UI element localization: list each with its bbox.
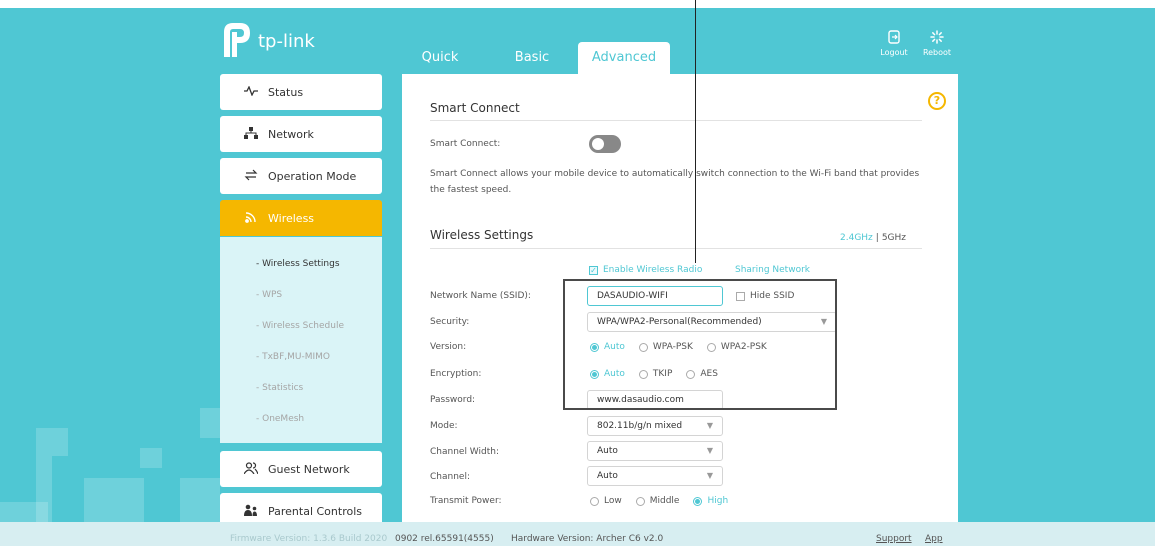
- brand-logo: tp-link: [220, 20, 315, 60]
- wireless-submenu: - Wireless Settings - WPS - Wireless Sch…: [220, 237, 382, 443]
- transmit-power-radio-group: Low Middle High: [590, 496, 742, 506]
- band-separator: |: [875, 233, 879, 243]
- smart-connect-toggle[interactable]: [589, 135, 621, 153]
- select-value: Auto: [597, 471, 618, 481]
- submenu-wps[interactable]: - WPS: [256, 290, 282, 300]
- sidebar-item-status[interactable]: Status: [220, 74, 382, 110]
- ssid-label: Network Name (SSID):: [430, 291, 531, 301]
- smart-connect-title: Smart Connect: [430, 101, 520, 115]
- annotation-pointer-line: [695, 0, 696, 263]
- band-2-4ghz-link[interactable]: 2.4GHz: [840, 233, 873, 243]
- password-label: Password:: [430, 395, 476, 405]
- dropdown-arrow-icon: ▼: [706, 421, 713, 430]
- select-value: 802.11b/g/n mixed: [597, 421, 683, 431]
- dropdown-arrow-icon: ▼: [706, 471, 713, 480]
- submenu-statistics[interactable]: - Statistics: [256, 383, 303, 393]
- transmit-radio-high[interactable]: High: [693, 496, 728, 506]
- status-icon: [242, 85, 260, 99]
- sidebar-item-guest-network[interactable]: Guest Network: [220, 451, 382, 487]
- transmit-radio-middle[interactable]: Middle: [635, 496, 680, 506]
- annotation-highlight-box: [563, 279, 837, 410]
- operation-mode-icon: [242, 169, 260, 184]
- mode-select[interactable]: 802.11b/g/n mixed ▼: [587, 416, 723, 436]
- sidebar-item-label: Operation Mode: [268, 169, 357, 183]
- dropdown-arrow-icon: ▼: [706, 446, 713, 455]
- sidebar-item-label: Wireless: [268, 211, 315, 225]
- wireless-icon: [242, 211, 260, 226]
- decor-block: [140, 448, 162, 468]
- tab-advanced[interactable]: Advanced: [578, 42, 670, 74]
- transmit-radio-low[interactable]: Low: [590, 496, 622, 506]
- section-divider: [430, 120, 922, 121]
- app-link[interactable]: App: [925, 534, 943, 544]
- decor-block: [200, 408, 222, 438]
- sidebar-item-label: Status: [268, 85, 304, 99]
- transmit-power-label: Transmit Power:: [430, 496, 502, 506]
- submenu-txbf-mu-mimo[interactable]: - TxBF,MU-MIMO: [256, 352, 330, 362]
- tp-link-logo-icon: [220, 20, 254, 60]
- channel-width-select[interactable]: Auto ▼: [587, 441, 723, 461]
- hardware-version: Hardware Version: Archer C6 v2.0: [511, 534, 664, 544]
- radio-icon: [590, 496, 599, 506]
- brand-name: tp-link: [258, 30, 315, 52]
- radio-label: Middle: [649, 496, 680, 506]
- sidebar-item-label: Network: [268, 127, 314, 141]
- reboot-button[interactable]: Reboot: [917, 30, 957, 57]
- section-divider: [430, 248, 922, 249]
- decor-block: [36, 428, 68, 456]
- toggle-knob: [592, 138, 604, 150]
- sidebar-item-wireless[interactable]: Wireless: [220, 200, 382, 236]
- version-label: Version:: [430, 342, 467, 352]
- firmware-version-part1: Firmware Version: 1.3.6 Build 2020: [230, 534, 388, 544]
- sidebar-item-operation-mode[interactable]: Operation Mode: [220, 158, 382, 194]
- description-line: Smart Connect allows your mobile device …: [430, 169, 920, 179]
- channel-select[interactable]: Auto ▼: [587, 466, 723, 486]
- select-value: Auto: [597, 446, 618, 456]
- sidebar-item-label: Guest Network: [268, 462, 350, 476]
- channel-label: Channel:: [430, 472, 470, 482]
- firmware-version-part2: 0902 rel.65591(4555): [395, 534, 494, 544]
- logout-icon: [874, 30, 914, 48]
- logout-label: Logout: [880, 48, 908, 57]
- channel-width-label: Channel Width:: [430, 447, 499, 457]
- tab-basic[interactable]: Basic: [512, 42, 552, 74]
- smart-connect-description: Smart Connect allows your mobile device …: [430, 166, 919, 198]
- radio-label: High: [707, 496, 729, 506]
- parental-controls-icon: [242, 504, 260, 519]
- band-switcher: 2.4GHz | 5GHz: [840, 233, 906, 243]
- guest-network-icon: [242, 461, 260, 477]
- radio-label: Low: [604, 496, 622, 506]
- sidebar-item-network[interactable]: Network: [220, 116, 382, 152]
- sharing-network-link[interactable]: Sharing Network: [735, 265, 810, 275]
- reboot-icon: [917, 30, 957, 48]
- support-link[interactable]: Support: [876, 534, 912, 544]
- enable-wireless-radio-checkbox[interactable]: ✓ Enable Wireless Radio: [589, 265, 702, 275]
- sidebar-item-label: Parental Controls: [268, 504, 362, 518]
- tab-quick-setup[interactable]: Quick Setup: [404, 42, 476, 97]
- checkbox-checked-icon: ✓: [589, 265, 598, 275]
- radio-icon: [635, 496, 645, 506]
- network-icon: [242, 126, 260, 142]
- radio-icon: [693, 496, 703, 506]
- submenu-wireless-settings[interactable]: - Wireless Settings: [256, 259, 340, 269]
- description-line: the fastest speed.: [430, 185, 512, 195]
- band-5ghz-link[interactable]: 5GHz: [882, 233, 906, 243]
- security-label: Security:: [430, 317, 470, 327]
- mode-label: Mode:: [430, 421, 458, 431]
- wireless-settings-title: Wireless Settings: [430, 228, 534, 242]
- logout-button[interactable]: Logout: [874, 30, 914, 57]
- reboot-label: Reboot: [922, 48, 952, 57]
- smart-connect-label: Smart Connect:: [430, 139, 501, 149]
- submenu-onemesh[interactable]: - OneMesh: [256, 414, 304, 424]
- submenu-wireless-schedule[interactable]: - Wireless Schedule: [256, 321, 344, 331]
- encryption-label: Encryption:: [430, 369, 482, 379]
- checkbox-label: Enable Wireless Radio: [603, 265, 703, 275]
- help-icon[interactable]: ?: [928, 92, 946, 110]
